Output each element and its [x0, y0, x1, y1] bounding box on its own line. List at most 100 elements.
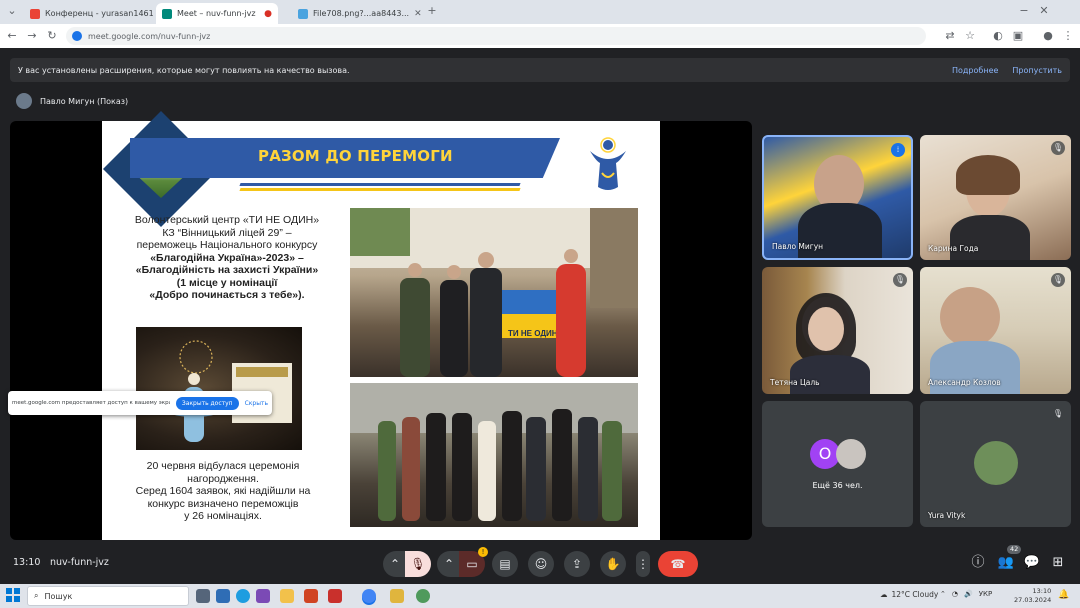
extensions-puzzle-icon[interactable]: ▣	[1010, 28, 1026, 44]
participant-name: Тетяна Цаль	[770, 378, 820, 387]
cloud-icon: ☁	[880, 590, 888, 599]
avatar	[16, 93, 32, 109]
weather-widget[interactable]: ☁ 12°C Cloudy	[880, 590, 938, 599]
present-screen-button[interactable]: ⇪	[564, 551, 590, 577]
text-line: «Благодійність на захисті України»	[135, 264, 319, 276]
gmail-icon	[30, 8, 40, 19]
windows-start-icon[interactable]	[6, 588, 20, 602]
text-line: «Добро починається з тебе»).	[149, 289, 305, 301]
tray-chevron-icon[interactable]: ⌃	[940, 590, 946, 598]
more-participants-tile[interactable]: O Ещё 36 чел.	[762, 401, 913, 527]
site-info-icon[interactable]	[72, 31, 82, 41]
mic-off-icon: 🎙	[1051, 141, 1065, 155]
meeting-clock: 13:10	[13, 557, 41, 568]
chrome-icon[interactable]	[362, 589, 376, 603]
task-view-icon[interactable]	[196, 589, 210, 603]
participant-video	[956, 155, 1020, 195]
people-icon[interactable]: 👥	[996, 553, 1016, 573]
search-placeholder: Пошук	[44, 591, 73, 601]
forward-icon[interactable]: →	[24, 28, 40, 44]
more-options-button[interactable]: ⋮	[636, 551, 650, 577]
banner-details-link[interactable]: Подробнее	[952, 66, 998, 75]
participant-name: Карина Года	[928, 244, 979, 253]
powerpoint-icon[interactable]	[304, 589, 318, 603]
award-ceremony-photo-1: ТИ НЕ ОДИН!	[350, 208, 638, 377]
presenter-name: Павло Мигун (Показ)	[40, 96, 129, 106]
new-tab-button[interactable]: +	[424, 3, 440, 19]
volume-icon[interactable]: 🔊	[964, 590, 973, 598]
activities-icon[interactable]: ⊞	[1048, 553, 1068, 573]
participant-video	[798, 203, 882, 258]
leave-call-button[interactable]: ☎	[658, 551, 698, 577]
widgets-icon[interactable]	[216, 589, 230, 603]
search-icon: ⌕	[34, 591, 39, 600]
captions-button[interactable]: ▤	[492, 551, 518, 577]
url-text: meet.google.com/nuv-funn-jvz	[88, 31, 211, 41]
participant-tile[interactable]: ⁞ Павло Мигун	[762, 135, 913, 260]
participant-video	[790, 355, 870, 394]
taskbar-clock[interactable]: 13:10 27.03.2024	[1014, 587, 1051, 605]
pdf-reader-icon[interactable]	[328, 589, 342, 603]
participant-tile[interactable]: 🎙 Yura Vityk	[920, 401, 1071, 527]
file-manager-icon[interactable]	[390, 589, 404, 603]
browser-tab-strip: ⌄ Конференц - yurasan1461@... ✕ Meet – n…	[0, 0, 1080, 24]
participant-tile[interactable]: 🎙 Карина Года	[920, 135, 1071, 260]
banner-dismiss-link[interactable]: Пропустить	[1012, 66, 1062, 75]
taskbar-date: 27.03.2024	[1014, 596, 1052, 604]
notifications-icon[interactable]: 🔔	[1058, 590, 1070, 602]
participant-tile[interactable]: 🎙 Тетяна Цаль	[762, 267, 913, 394]
participants-count-badge: 42	[1007, 545, 1022, 554]
meeting-info-icon[interactable]: ⓘ	[968, 553, 988, 573]
group-photo-scene: ТИ НЕ ОДИН!	[350, 208, 638, 377]
back-icon[interactable]: ←	[4, 28, 20, 44]
close-window-icon[interactable]: ✕	[1036, 3, 1052, 19]
audio-options-button[interactable]: ⌃	[383, 551, 407, 577]
chat-icon[interactable]: 💬	[1022, 553, 1042, 573]
stop-sharing-button[interactable]: Закрыть доступ	[175, 396, 239, 410]
tab-conference[interactable]: Конференц - yurasan1461@... ✕	[24, 3, 154, 24]
language-indicator[interactable]: УКР	[979, 590, 992, 598]
visual-studio-icon[interactable]	[256, 589, 270, 603]
participant-name: Павло Мигун	[772, 242, 824, 251]
microphone-toggle-button[interactable]: 🎙	[405, 551, 431, 577]
bookmark-star-icon[interactable]: ☆	[962, 28, 978, 44]
extension-warning-banner: У вас установлены расширения, которые мо…	[10, 58, 1070, 82]
award-ceremony-photo-2	[350, 383, 638, 527]
text-line: Волонтерський центр «ТИ НЕ ОДИН»	[134, 214, 320, 226]
tab-search-icon[interactable]: ⌄	[4, 3, 20, 19]
extension-icon[interactable]: ◐	[990, 28, 1006, 44]
video-options-button[interactable]: ⌃	[437, 551, 461, 577]
profile-avatar[interactable]: ●	[1040, 28, 1056, 44]
minimize-icon[interactable]: −	[1016, 3, 1032, 19]
app-icon[interactable]	[416, 589, 430, 603]
reload-icon[interactable]: ↻	[44, 28, 60, 44]
participant-tile[interactable]: 🎙 Александр Козлов	[920, 267, 1071, 394]
banner-text: ТИ НЕ ОДИН!	[508, 329, 560, 338]
close-icon[interactable]: ✕	[414, 9, 422, 19]
angel-logo-icon	[590, 137, 626, 190]
translate-icon[interactable]: ⇄	[942, 28, 958, 44]
tab-meet[interactable]: Meet – nuv-funn-jvz ●	[156, 3, 278, 24]
text-line: у 26 номінаціях.	[184, 510, 262, 522]
tab-file[interactable]: File708.png?...aa8443... ✕	[292, 3, 422, 24]
tab-label: Meet – nuv-funn-jvz	[177, 9, 256, 18]
decor-stripe	[239, 188, 521, 191]
meet-icon	[162, 8, 172, 19]
taskbar-search-input[interactable]: ⌕ Пошук	[27, 586, 189, 606]
network-icon[interactable]: ◔	[952, 590, 958, 598]
participant-video	[808, 307, 844, 351]
screen-share-notice: meet.google.com предоставляет доступ к в…	[8, 391, 272, 415]
address-bar[interactable]: meet.google.com/nuv-funn-jvz	[66, 27, 926, 45]
award-photo	[136, 327, 302, 450]
slide-paragraph-2: 20 червня відбулася церемонія нагороджен…	[118, 460, 328, 523]
raise-hand-button[interactable]: ✋	[600, 551, 626, 577]
file-explorer-icon[interactable]	[280, 589, 294, 603]
taskbar-time: 13:10	[1032, 587, 1052, 595]
close-icon[interactable]: ●	[264, 9, 272, 19]
hide-notice-button[interactable]: Скрыть	[245, 400, 268, 407]
tab-label: File708.png?...aa8443...	[313, 9, 410, 18]
browser-menu-icon[interactable]: ⋮	[1060, 28, 1076, 44]
participant-name: Александр Козлов	[928, 378, 1001, 387]
emoji-reactions-button[interactable]: ☺	[528, 551, 554, 577]
edge-icon[interactable]	[236, 589, 250, 603]
